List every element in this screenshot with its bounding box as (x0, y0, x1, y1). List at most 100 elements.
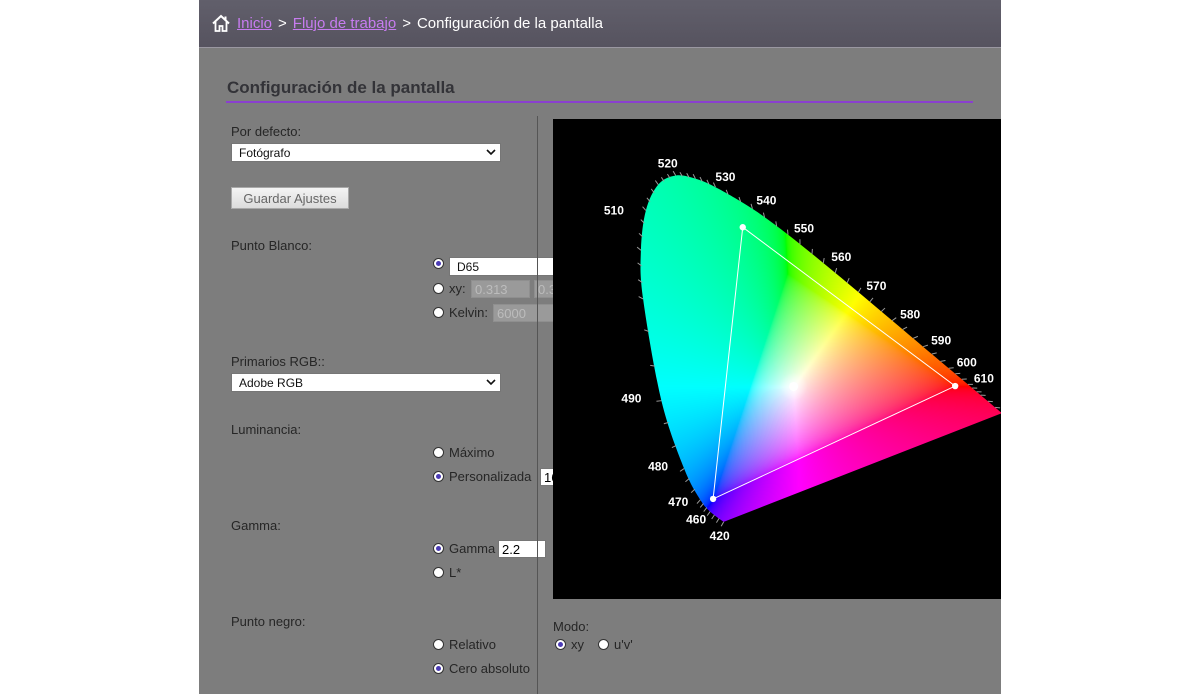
column-divider (537, 116, 538, 694)
locus-tick (690, 488, 696, 494)
mode-xy-label: xy (571, 637, 584, 652)
white-point-xy-radio[interactable] (433, 283, 444, 294)
locus-tick (636, 246, 642, 251)
locus-tick (881, 307, 886, 312)
preset-label: Por defecto: (231, 124, 302, 139)
wavelength-label-560: 560 (831, 250, 851, 264)
wavelength-label-470: 470 (668, 495, 688, 509)
locus-tick (922, 344, 929, 348)
mode-label: Modo: (553, 619, 590, 634)
white-point-kelvin-radio[interactable] (433, 307, 444, 318)
white-point-kelvin-label: Kelvin: (449, 305, 489, 320)
app-window: Inicio > Flujo de trabajo > Configuració… (199, 0, 1001, 694)
mode-uv-option[interactable]: u'v' (598, 637, 633, 652)
wavelength-label-480: 480 (648, 460, 668, 474)
locus-tick (913, 335, 919, 339)
mode-xy-radio[interactable] (555, 639, 566, 650)
mode-uv-radio[interactable] (598, 639, 609, 650)
white-point-xy-option[interactable]: xy: (433, 281, 466, 296)
black-point-absolute-option[interactable]: Cero absoluto (433, 661, 530, 676)
locus-tick (650, 364, 656, 367)
locus-tick (672, 170, 677, 176)
luminance-custom-radio[interactable] (433, 471, 444, 482)
gamma-value-input[interactable]: 2.2 (498, 540, 546, 558)
chevron-down-icon (486, 149, 496, 156)
luminance-custom-label: Personalizada (449, 469, 532, 484)
locus-tick (703, 507, 708, 512)
white-point-x-input[interactable]: 0.313 (471, 280, 530, 298)
chromaticity-diagram: 420 460 470 480 490 510 520 530 540 550 560 570 580 5… (553, 119, 1001, 599)
white-point-preset-radio[interactable] (433, 258, 444, 269)
locus-tick (715, 518, 720, 523)
black-point-relative-label: Relativo (449, 637, 496, 652)
wavelength-label-610: 610 (974, 371, 994, 385)
gamma-lstar-radio[interactable] (433, 567, 444, 578)
white-point-marker (789, 381, 799, 391)
wavelength-label-520: 520 (658, 156, 678, 170)
locus-tick (940, 360, 946, 362)
locus-tick (891, 317, 897, 322)
wavelength-label-420: 420 (710, 529, 730, 543)
wavelength-label-460: 460 (686, 513, 706, 527)
locus-tick (692, 173, 696, 179)
locus-tick (696, 499, 701, 504)
black-point-relative-radio[interactable] (433, 639, 444, 650)
locus-tick (822, 257, 825, 264)
preset-select[interactable]: Fotógrafo (231, 143, 501, 162)
locus-tick (642, 206, 647, 211)
wavelength-label-570: 570 (866, 279, 886, 293)
luminance-custom-option[interactable]: Personalizada (433, 469, 531, 484)
locus-tick (638, 296, 644, 300)
locus-tick (948, 367, 954, 369)
chromaticity-fill (640, 175, 1001, 522)
save-settings-button[interactable]: Guardar Ajustes (231, 187, 349, 209)
locus-tick (711, 514, 715, 520)
white-point-select-value: D65 (457, 259, 480, 274)
wavelength-label-580: 580 (900, 308, 920, 322)
locus-tick (931, 352, 937, 355)
wavelength-label-600: 600 (957, 355, 977, 369)
luminance-max-radio[interactable] (433, 447, 444, 458)
primaries-select[interactable]: Adobe RGB (231, 373, 501, 392)
wavelength-label-590: 590 (931, 334, 951, 348)
locus-tick (706, 511, 711, 516)
locus-tick (846, 278, 850, 283)
gamma-label: Gamma: (231, 518, 281, 533)
gamma-value-radio[interactable] (433, 543, 444, 554)
gamma-value-option[interactable]: Gamma (433, 541, 495, 556)
locus-tick (902, 326, 908, 330)
luminance-max-label: Máximo (449, 445, 495, 460)
black-point-label: Punto negro: (231, 614, 306, 629)
mode-xy-option[interactable]: xy (555, 637, 584, 652)
luminance-label: Luminancia: (231, 422, 302, 437)
wavelength-label-540: 540 (756, 194, 776, 208)
locus-tick (995, 406, 1001, 409)
locus-tick (834, 267, 838, 274)
wavelength-label-490: 490 (621, 392, 641, 406)
locus-tick (654, 180, 659, 185)
gamut-vertex-1 (739, 224, 746, 231)
locus-tick (656, 400, 662, 402)
gamma-lstar-label: L* (449, 565, 462, 580)
preset-select-value: Fotógrafo (239, 145, 291, 160)
locus-tick (699, 503, 704, 508)
white-point-kelvin-option[interactable]: Kelvin: (433, 305, 488, 320)
gamut-vertex-2 (709, 495, 717, 503)
gamma-lstar-option[interactable]: L* (433, 565, 461, 580)
primaries-select-value: Adobe RGB (239, 375, 304, 390)
cie-chart-svg: 420 460 470 480 490 510 520 530 540 550 560 570 580 5… (604, 156, 1001, 543)
white-point-label: Punto Blanco: (231, 238, 312, 253)
luminance-max-option[interactable]: Máximo (433, 445, 495, 460)
locus-tick (720, 521, 725, 527)
wavelength-label-510: 510 (604, 203, 624, 217)
mode-uv-label: u'v' (614, 637, 633, 652)
black-point-absolute-label: Cero absoluto (449, 661, 530, 676)
gamut-vertex-0 (951, 382, 959, 390)
black-point-relative-option[interactable]: Relativo (433, 637, 496, 652)
locus-tick (869, 297, 874, 303)
black-point-absolute-radio[interactable] (433, 663, 444, 674)
white-point-preset-option[interactable] (433, 258, 449, 269)
locus-tick (679, 468, 685, 472)
white-point-xy-label: xy: (449, 281, 466, 296)
chevron-down-icon (486, 379, 496, 386)
